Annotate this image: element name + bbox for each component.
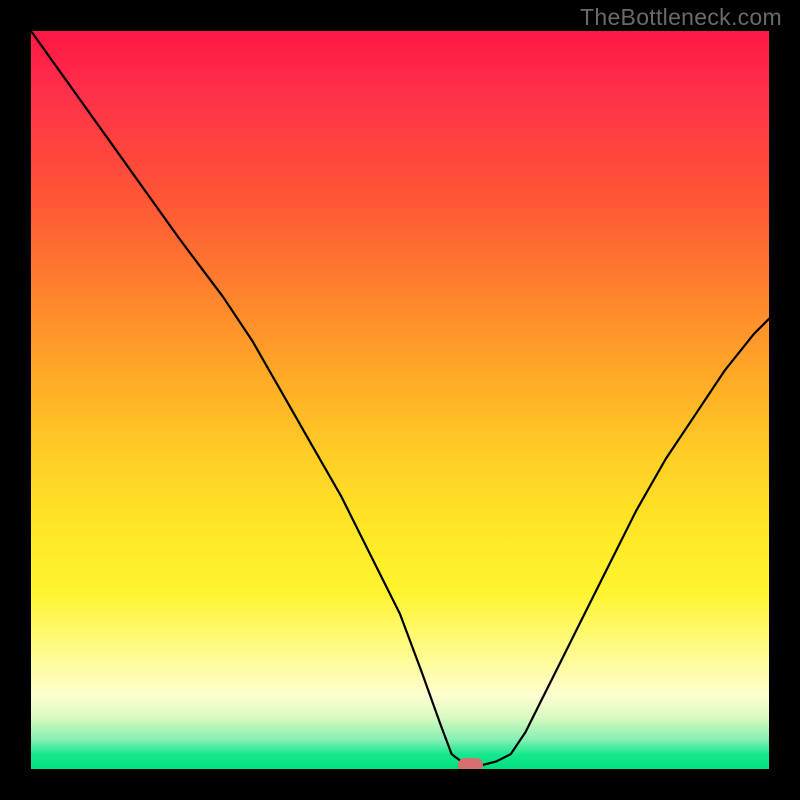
optimal-marker	[458, 758, 483, 769]
curve-svg	[31, 31, 769, 769]
watermark-text: TheBottleneck.com	[580, 4, 782, 31]
plot-area	[31, 31, 769, 769]
chart-frame: TheBottleneck.com	[0, 0, 800, 800]
bottleneck-curve	[31, 31, 769, 765]
